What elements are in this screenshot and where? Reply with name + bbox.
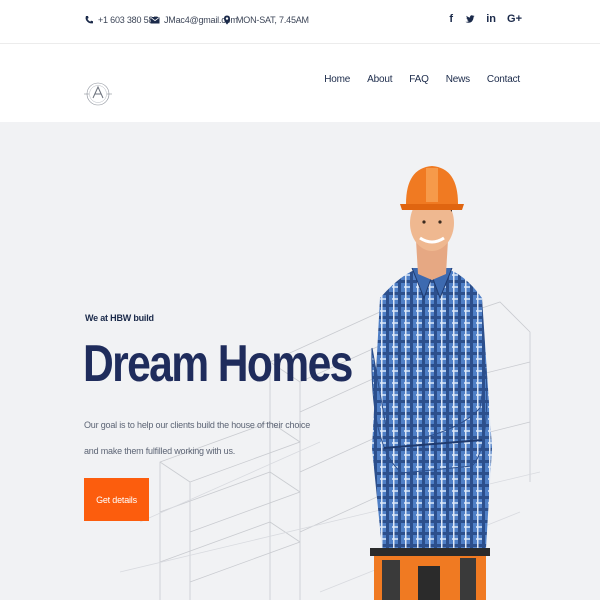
primary-nav: Home About FAQ News Contact (324, 74, 520, 85)
top-contact-bar: +1 603 380 585 JMac4@gmail.com MON-SAT, … (0, 0, 600, 44)
envelope-icon (150, 17, 160, 24)
nav-home[interactable]: Home (324, 74, 350, 85)
phone-icon (85, 16, 93, 24)
nav-faq[interactable]: FAQ (409, 74, 429, 85)
phone-contact[interactable]: +1 603 380 585 (84, 15, 158, 25)
nav-contact[interactable]: Contact (487, 74, 520, 85)
company-logo[interactable] (84, 70, 112, 118)
phone-number: +1 603 380 585 (98, 15, 159, 25)
hero-tagline: We at HBW build (85, 313, 154, 323)
nav-news[interactable]: News (446, 74, 470, 85)
nav-about[interactable]: About (367, 74, 392, 85)
hero-headline: Dream Homes (83, 335, 353, 393)
hero-description: Our goal is to help our clients build th… (84, 412, 314, 464)
hero-section: We at HBW build Dream Homes Our goal is … (0, 122, 600, 600)
main-navbar: Home About FAQ News Contact (0, 45, 600, 122)
opening-hours: MON-SAT, 7.45AM (222, 15, 309, 25)
map-pin-icon (224, 15, 230, 25)
facebook-icon[interactable]: f (448, 13, 454, 25)
get-details-button[interactable]: Get details (84, 478, 149, 521)
social-links: f in G+ (448, 13, 522, 25)
twitter-icon[interactable] (465, 14, 475, 24)
construction-worker-image (370, 166, 492, 600)
hero-description-line: Our goal is to help our clients build th… (84, 420, 311, 430)
hero-description-line: and make them fulfilled working with us. (84, 446, 236, 456)
linkedin-icon[interactable]: in (486, 13, 496, 25)
google-plus-icon[interactable]: G+ (507, 13, 522, 25)
hours-text: MON-SAT, 7.45AM (236, 15, 309, 25)
